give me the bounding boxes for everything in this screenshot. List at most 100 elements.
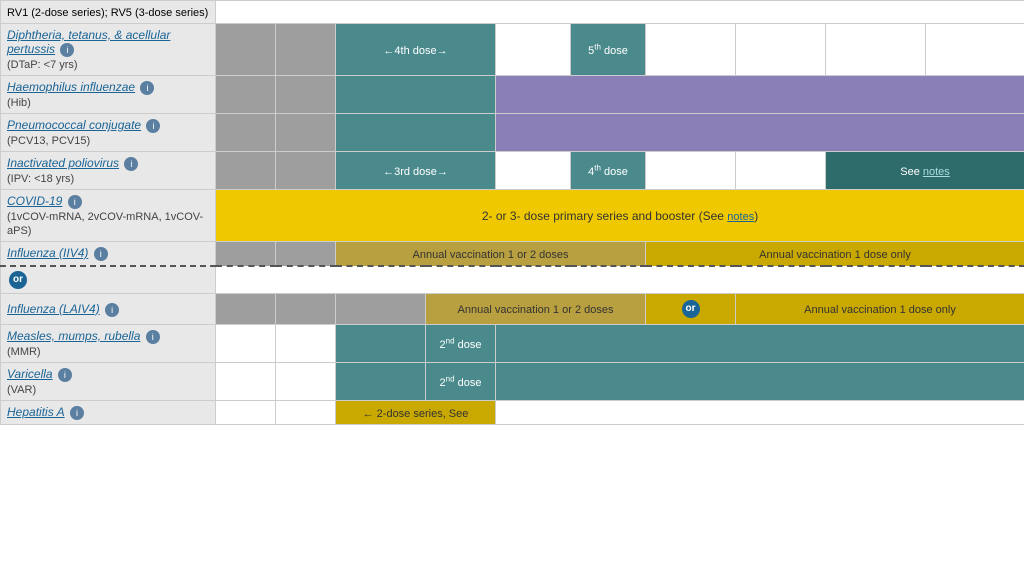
vaccine-pcv: Pneumococcal conjugate i (PCV13, PCV15)	[1, 114, 216, 152]
laiv4-cell-2	[276, 294, 336, 325]
pcv-link[interactable]: Pneumococcal conjugate	[7, 118, 141, 132]
var-cell-2	[276, 363, 336, 401]
iiv4-cell-2	[276, 242, 336, 267]
hib-cell-2	[276, 76, 336, 114]
vaccine-influenza-iiv4: Influenza (IIV4) i	[1, 242, 216, 267]
hepa-dose-series: ← 2-dose series, See	[336, 401, 496, 425]
mmr-info-icon[interactable]: i	[146, 330, 160, 344]
dtap-cell-5	[496, 24, 571, 76]
dtap-cell-10	[926, 24, 1024, 76]
or-spacer	[216, 266, 1024, 294]
ipv-cell-8	[736, 152, 826, 190]
vaccine-mmr: Measles, mumps, rubella i (MMR)	[1, 325, 216, 363]
ipv-cell-7	[646, 152, 736, 190]
covid-schedule-cell: 2- or 3- dose primary series and booster…	[216, 190, 1024, 242]
laiv4-or-cell: or	[646, 294, 736, 325]
vaccine-hepa: Hepatitis A i	[1, 401, 216, 425]
laiv4-annual-12-text: Annual vaccination 1 or 2 doses	[458, 304, 614, 316]
vaccine-dtap: Diphtheria, tetanus, & acellular pertuss…	[1, 24, 216, 76]
rv-label: RV1 (2-dose series); RV5 (3-dose series)	[7, 7, 208, 19]
vaccine-varicella: Varicella i (VAR)	[1, 363, 216, 401]
dtap-4th-label: ←4th dose→	[383, 45, 447, 57]
ipv-info-icon[interactable]: i	[124, 157, 138, 171]
laiv4-cell-3	[336, 294, 426, 325]
mmr-2nd-dose: 2nd dose	[426, 325, 496, 363]
mmr-cell-1	[216, 325, 276, 363]
ipv-cell-2	[276, 152, 336, 190]
dtap-cell-9	[826, 24, 926, 76]
iiv4-annual-12: Annual vaccination 1 or 2 doses	[336, 242, 646, 267]
vaccine-covid: COVID-19 i (1vCOV-mRNA, 2vCOV-mRNA, 1vCO…	[1, 190, 216, 242]
or-badge: or	[9, 271, 27, 289]
ipv-see-notes-text: See notes	[900, 166, 950, 178]
hib-link[interactable]: Haemophilus influenzae	[7, 80, 135, 94]
hepa-series-text: ← 2-dose series, See	[363, 408, 469, 420]
mmr-2nd-label: 2nd dose	[440, 339, 482, 351]
mmr-link[interactable]: Measles, mumps, rubella	[7, 329, 140, 343]
hepa-cell-2	[276, 401, 336, 425]
dtap-4th-dose: ←4th dose→	[336, 24, 496, 76]
vaccine-rv: RV1 (2-dose series); RV5 (3-dose series)	[1, 1, 216, 24]
covid-schedule-text: 2- or 3- dose primary series and booster…	[482, 209, 758, 223]
rv-cells	[216, 1, 1024, 24]
hepa-cell-1	[216, 401, 276, 425]
iiv4-cell-1	[216, 242, 276, 267]
var-2nd-label: 2nd dose	[440, 377, 482, 389]
hepa-empty-rest	[496, 401, 1024, 425]
var-cell-3	[336, 363, 426, 401]
varicella-info-icon[interactable]: i	[58, 368, 72, 382]
var-2nd-dose: 2nd dose	[426, 363, 496, 401]
covid-notes-link[interactable]: notes	[727, 211, 754, 223]
vaccine-hib: Haemophilus influenzae i (Hib)	[1, 76, 216, 114]
ipv-link[interactable]: Inactivated poliovirus	[7, 156, 119, 170]
ipv-3rd-dose: ←3rd dose→	[336, 152, 496, 190]
or-row-label: or	[1, 266, 216, 294]
ipv-notes-link[interactable]: notes	[923, 166, 950, 178]
hib-teal	[336, 76, 496, 114]
dtap-5th-label: 5th dose	[588, 45, 628, 57]
hepa-link[interactable]: Hepatitis A	[7, 405, 65, 419]
laiv4-annual-12: Annual vaccination 1 or 2 doses	[426, 294, 646, 325]
pcv-teal	[336, 114, 496, 152]
var-cell-1	[216, 363, 276, 401]
dtap-cell-2	[276, 24, 336, 76]
hib-cell-1	[216, 76, 276, 114]
ipv-4th-dose: 4th dose	[571, 152, 646, 190]
vaccine-influenza-laiv4: Influenza (LAIV4) i	[1, 294, 216, 325]
dtap-cell-1	[216, 24, 276, 76]
varicella-link[interactable]: Varicella	[7, 367, 53, 381]
mmr-teal-rest	[496, 325, 1024, 363]
pcv-subtext: (PCV13, PCV15)	[7, 135, 90, 147]
covid-link[interactable]: COVID-19	[7, 194, 62, 208]
dtap-subtext: (DTaP: <7 yrs)	[7, 59, 78, 71]
pcv-cell-1	[216, 114, 276, 152]
var-teal-rest	[496, 363, 1024, 401]
ipv-subtext: (IPV: <18 yrs)	[7, 173, 74, 185]
mmr-subtext: (MMR)	[7, 346, 41, 358]
hepa-info-icon[interactable]: i	[70, 406, 84, 420]
ipv-4th-label: 4th dose	[588, 166, 628, 178]
iiv4-info-icon[interactable]: i	[94, 247, 108, 261]
mmr-cell-3	[336, 325, 426, 363]
laiv4-cell-1	[216, 294, 276, 325]
ipv-see-notes: See notes	[826, 152, 1024, 190]
ipv-3rd-label: ←3rd dose→	[383, 166, 448, 178]
hib-info-icon[interactable]: i	[140, 81, 154, 95]
dtap-5th-dose: 5th dose	[571, 24, 646, 76]
pcv-info-icon[interactable]: i	[146, 119, 160, 133]
laiv4-annual-1: Annual vaccination 1 dose only	[736, 294, 1024, 325]
iiv4-annual-1: Annual vaccination 1 dose only	[646, 242, 1024, 267]
vaccine-ipv: Inactivated poliovirus i (IPV: <18 yrs)	[1, 152, 216, 190]
laiv4-info-icon[interactable]: i	[105, 303, 119, 317]
pcv-purple	[496, 114, 1024, 152]
dtap-info-icon[interactable]: i	[60, 43, 74, 57]
dtap-link[interactable]: Diphtheria, tetanus, & acellular pertuss…	[7, 28, 170, 56]
iiv4-link[interactable]: Influenza (IIV4)	[7, 246, 88, 260]
ipv-cell-5	[496, 152, 571, 190]
pcv-cell-2	[276, 114, 336, 152]
laiv4-link[interactable]: Influenza (LAIV4)	[7, 302, 100, 316]
laiv4-or-badge: or	[682, 300, 700, 318]
covid-info-icon[interactable]: i	[68, 195, 82, 209]
iiv4-annual-1-text: Annual vaccination 1 dose only	[759, 249, 911, 261]
iiv4-annual-12-text: Annual vaccination 1 or 2 doses	[413, 249, 569, 261]
